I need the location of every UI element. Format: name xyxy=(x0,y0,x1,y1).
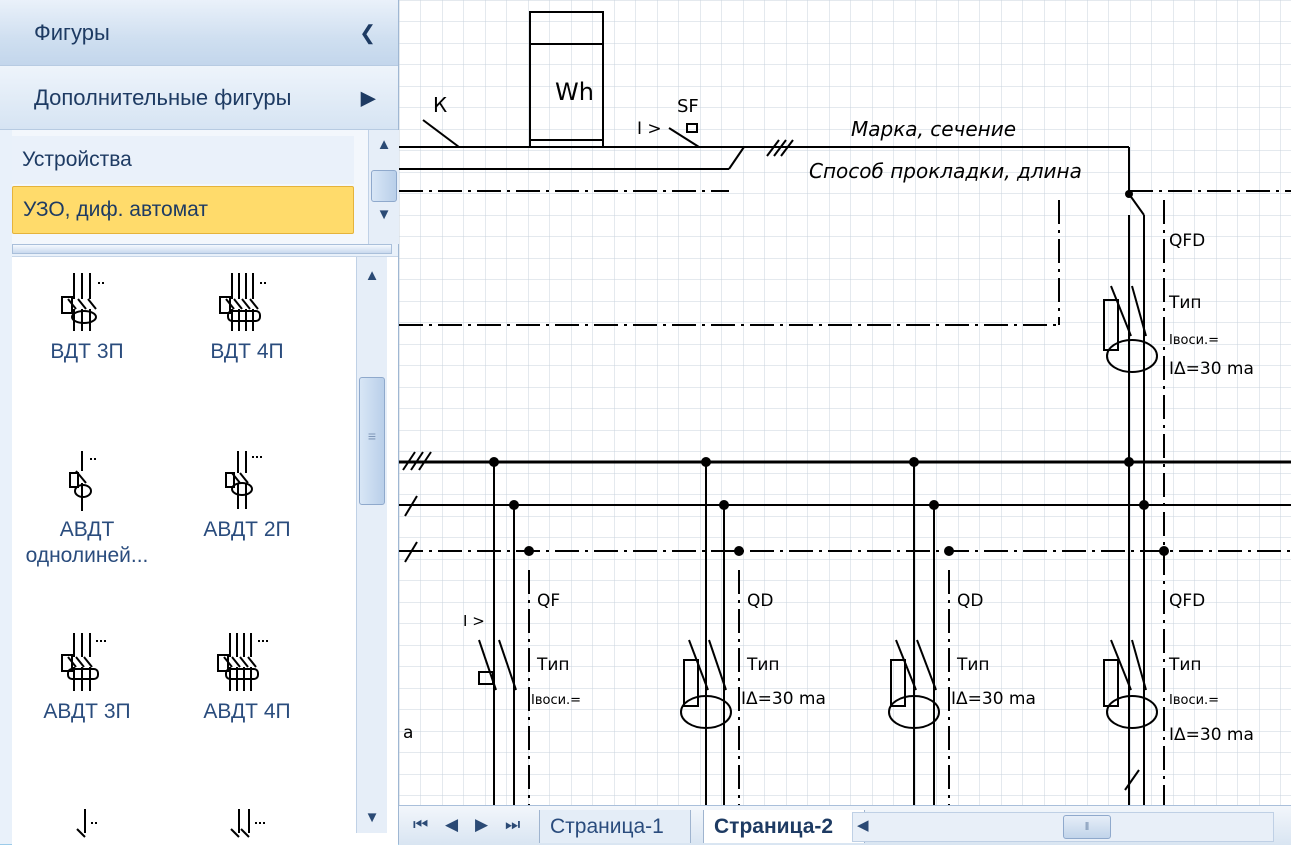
shape-vdt-4p[interactable]: ВДТ 4П xyxy=(172,269,322,365)
pane-splitter[interactable] xyxy=(12,244,392,254)
scroll-down-icon[interactable]: ▼ xyxy=(369,206,399,223)
scroll-up-icon[interactable]: ▲ xyxy=(357,267,387,284)
shape-partial-1[interactable] xyxy=(12,799,162,839)
branch-3-leak: IΔ=30 mа xyxy=(951,689,1036,709)
meter-label: Wh xyxy=(555,78,594,106)
branch-2-type: Тип xyxy=(746,655,780,675)
shape-vdt-3p[interactable]: ВДТ 3П xyxy=(12,269,162,365)
shapes-title: Фигуры xyxy=(34,19,110,45)
branch-1-overcurrent: I > xyxy=(463,612,485,630)
shapes-header[interactable]: Фигуры ❮ xyxy=(0,0,398,66)
rcbo-4p-icon xyxy=(217,633,270,691)
schematic-diagram[interactable]: Wh К SF I > Марка, сечение Способ прокла… xyxy=(399,0,1291,805)
shape-label: АВДТ 3П xyxy=(43,700,131,723)
more-shapes-button[interactable]: Дополнительные фигуры ▶ xyxy=(0,66,398,130)
branch-1-name: QF xyxy=(537,591,560,611)
branch-2-name: QD xyxy=(747,591,773,611)
scroll-left-icon[interactable]: ◀ xyxy=(857,816,869,834)
scroll-down-icon[interactable]: ▼ xyxy=(357,809,387,826)
switch-label: К xyxy=(433,93,447,117)
shape-label: ВДТ 3П xyxy=(50,340,124,363)
shapes-pane: Фигуры ❮ Дополнительные фигуры ▶ Устройс… xyxy=(0,0,399,845)
branch-4-type: Тип xyxy=(1168,655,1202,675)
stencil-label: УЗО, диф. автомат xyxy=(23,198,208,221)
branch-3-type: Тип xyxy=(956,655,990,675)
overcurrent-label: I > xyxy=(637,119,662,139)
drawing-canvas[interactable]: Wh К SF I > Марка, сечение Способ прокла… xyxy=(399,0,1291,805)
shape-label: АВДТ однолиней... xyxy=(25,518,149,567)
scroll-thumb[interactable] xyxy=(371,170,397,202)
qfd-top-type: Тип xyxy=(1168,293,1202,313)
more-shapes-label: Дополнительные фигуры xyxy=(34,84,292,110)
tab-page-1[interactable]: Страница-1 xyxy=(539,810,691,843)
shape-partial-2-icon xyxy=(230,809,265,838)
shape-label: ВДТ 4П xyxy=(210,340,284,363)
rcd-4p-icon xyxy=(219,273,268,331)
left-edge-label: a xyxy=(403,723,413,743)
tab-page-2[interactable]: Страница-2 xyxy=(703,810,865,843)
scroll-thumb[interactable]: ‖ xyxy=(1063,815,1111,839)
tab-label: Страница-2 xyxy=(714,814,834,838)
branch-2-leak: IΔ=30 mа xyxy=(741,689,826,709)
rcbo-single-line-icon xyxy=(69,451,98,511)
page-tab-bar: ⏮ ◀ ▶ ⏭ Страница-1 Страница-2 ◀ ‖ xyxy=(399,805,1291,845)
shapes-scrollbar[interactable]: ▲ ≡ ▼ xyxy=(356,257,387,833)
qfd-top-name: QFD xyxy=(1169,231,1205,251)
shape-label: АВДТ 4П xyxy=(203,700,291,723)
triangle-right-icon: ▶ xyxy=(360,87,376,109)
branch-4-name: QFD xyxy=(1169,591,1205,611)
first-page-icon[interactable]: ⏮ xyxy=(413,815,428,835)
breaker-label: SF xyxy=(677,96,699,117)
stencil-devices[interactable]: Устройства xyxy=(12,136,354,184)
rcd-3p-icon xyxy=(61,273,106,331)
shape-avdt-3p[interactable]: АВДТ 3П xyxy=(12,629,162,725)
chevron-left-icon[interactable]: ❮ xyxy=(359,20,376,45)
stencil-uzo[interactable]: УЗО, диф. автомат xyxy=(12,186,354,234)
prev-page-icon[interactable]: ◀ xyxy=(445,815,458,835)
qfd-top-leak: IΔ=30 mа xyxy=(1169,359,1254,379)
next-page-icon[interactable]: ▶ xyxy=(475,815,488,835)
shape-label: АВДТ 2П xyxy=(203,518,291,541)
scroll-up-icon[interactable]: ▲ xyxy=(369,136,399,153)
shape-partial-1-icon xyxy=(76,809,99,838)
shape-avdt-4p[interactable]: АВДТ 4П xyxy=(172,629,322,725)
qfd-top-rating: Iвоси.= xyxy=(1169,333,1219,348)
rcbo-3p-icon xyxy=(61,633,106,691)
branch-4-rating: Iвоси.= xyxy=(1169,693,1219,708)
cable-laying-label: Способ прокладки, длина xyxy=(809,159,1082,183)
scroll-thumb[interactable]: ≡ xyxy=(359,377,385,505)
stencil-label: Устройства xyxy=(22,148,132,171)
branch-1-type: Тип xyxy=(536,655,570,675)
grid-background xyxy=(399,0,1291,805)
horizontal-scrollbar[interactable]: ◀ ‖ xyxy=(852,812,1274,842)
shape-partial-2[interactable] xyxy=(172,799,322,839)
shape-avdt-2p[interactable]: АВДТ 2П xyxy=(172,447,322,543)
cable-brand-label: Марка, сечение xyxy=(851,117,1016,141)
branch-3-name: QD xyxy=(957,591,983,611)
rcbo-2p-icon xyxy=(225,451,264,509)
branch-1-rating: Iвоси.= xyxy=(531,693,581,708)
branch-4-leak: IΔ=30 mа xyxy=(1169,725,1254,745)
stencil-scrollbar[interactable]: ▲ ▼ xyxy=(368,130,399,244)
shape-avdt-single-line[interactable]: АВДТ однолиней... xyxy=(12,447,162,569)
stencil-list: Устройства УЗО, диф. автомат ▲ ▼ xyxy=(12,130,399,244)
tab-label: Страница-1 xyxy=(550,814,664,838)
last-page-icon[interactable]: ⏭ xyxy=(505,815,520,835)
shapes-grid: ВДТ 3П ВДТ 4П АВДТ однолиней... АВДТ 2П … xyxy=(12,256,398,845)
